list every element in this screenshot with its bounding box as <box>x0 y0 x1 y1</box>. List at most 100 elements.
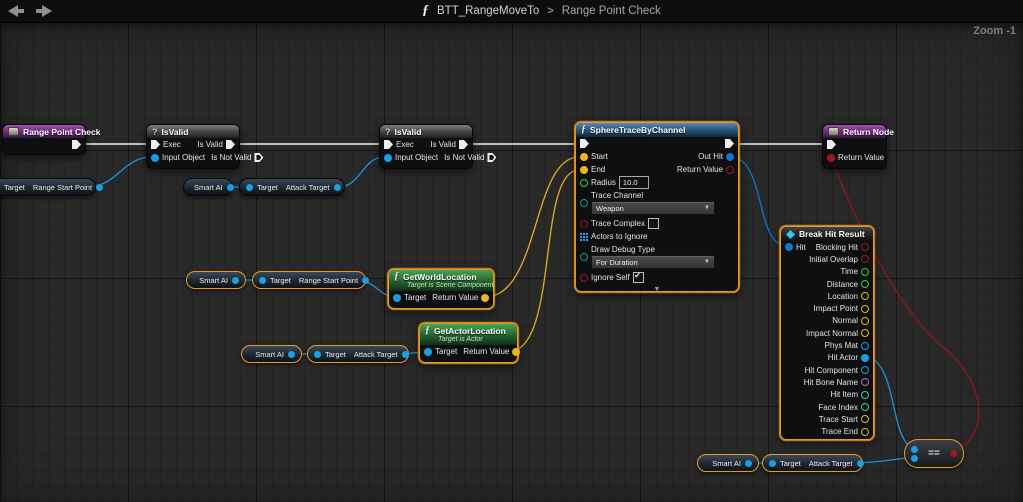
actors-to-ignore-array-pin[interactable] <box>580 233 588 241</box>
trace-complex-pin[interactable] <box>580 220 588 228</box>
normal-pin[interactable] <box>861 317 869 325</box>
target-pin[interactable] <box>393 294 401 302</box>
node-sphere-trace-by-channel[interactable]: ƒ SphereTraceByChannel Start Out Hit End… <box>575 122 739 292</box>
node-title: GetActorLocation <box>434 326 506 336</box>
var-get-attack-target-1[interactable]: Target Attack Target <box>239 178 345 196</box>
node-title: Return Node <box>843 127 894 137</box>
node-isvalid-2[interactable]: ? IsValid Exec Is Valid Input Object Is … <box>379 124 473 169</box>
node-title: Range Point Check <box>23 127 100 137</box>
hit-pin[interactable] <box>785 243 793 251</box>
node-title: GetWorldLocation <box>403 272 477 282</box>
collapse-arrow-icon[interactable]: ▼ <box>576 284 738 295</box>
output-pin[interactable] <box>362 277 369 284</box>
output-pin[interactable] <box>96 184 103 191</box>
is-valid-pin[interactable] <box>226 140 235 149</box>
output-pin[interactable] <box>334 184 341 191</box>
ignore-self-pin[interactable] <box>580 274 588 282</box>
target-pin[interactable] <box>259 277 266 284</box>
var-get-smart-ai-3[interactable]: Smart AI <box>241 345 302 363</box>
trace-channel-dropdown[interactable]: Weapon ▼ <box>591 201 715 215</box>
blueprint-graph-canvas[interactable]: Zoom -1 <box>0 22 1023 502</box>
exec-in-pin[interactable] <box>151 140 160 149</box>
hit-item-pin[interactable] <box>861 391 869 399</box>
node-equal-equal[interactable]: == <box>904 439 964 468</box>
blocking-hit-pin[interactable] <box>861 243 869 251</box>
output-pin[interactable] <box>857 460 864 467</box>
breadcrumb-current[interactable]: Range Point Check <box>562 5 661 17</box>
hit-bone-name-pin[interactable] <box>861 378 869 386</box>
impact-normal-pin[interactable] <box>861 329 869 337</box>
trace-end-pin[interactable] <box>861 428 869 436</box>
function-icon: ƒ <box>422 3 429 19</box>
trace-start-pin[interactable] <box>861 415 869 423</box>
trace-complex-checkbox[interactable] <box>648 218 659 229</box>
trace-channel-pin[interactable] <box>580 199 588 207</box>
node-break-hit-result[interactable]: Break Hit Result Hit Blocking Hit Initia… <box>780 226 874 440</box>
end-pin[interactable] <box>580 166 588 174</box>
exec-in-pin[interactable] <box>580 139 589 148</box>
is-valid-pin[interactable] <box>459 140 468 149</box>
location-pin[interactable] <box>861 292 869 300</box>
is-not-valid-pin[interactable] <box>254 153 263 162</box>
output-pin[interactable] <box>745 460 752 467</box>
face-index-pin[interactable] <box>861 403 869 411</box>
exec-in-pin[interactable] <box>827 140 836 149</box>
function-f-icon: ƒ <box>581 125 586 135</box>
target-pin[interactable] <box>314 351 321 358</box>
var-get-range-start-point-2[interactable]: Target Range Start Point <box>252 271 366 289</box>
input-object-pin[interactable] <box>384 154 392 162</box>
radius-pin[interactable] <box>580 179 588 187</box>
radius-value-input[interactable]: 10.0 <box>619 176 649 189</box>
var-get-smart-ai-2[interactable]: Smart AI <box>186 271 246 289</box>
initial-overlap-pin[interactable] <box>861 255 869 263</box>
start-pin[interactable] <box>580 153 588 161</box>
input-object-pin[interactable] <box>151 154 159 162</box>
nav-arrows <box>8 5 52 17</box>
is-not-valid-pin[interactable] <box>487 153 496 162</box>
var-get-smart-ai-1[interactable]: Smart AI <box>183 178 233 196</box>
impact-point-pin[interactable] <box>861 305 869 313</box>
return-value-pin[interactable] <box>726 166 734 174</box>
ignore-self-checkbox[interactable] <box>633 272 644 283</box>
function-result-icon <box>828 127 839 136</box>
output-pin[interactable] <box>227 184 234 191</box>
node-get-world-location[interactable]: ƒ GetWorldLocation Target is Scene Compo… <box>388 269 494 309</box>
output-pin[interactable] <box>288 351 295 358</box>
breadcrumb-root[interactable]: BTT_RangeMoveTo <box>437 5 539 17</box>
distance-pin[interactable] <box>861 280 869 288</box>
phys-mat-pin[interactable] <box>861 342 869 350</box>
target-pin[interactable] <box>424 348 432 356</box>
return-value-pin[interactable] <box>512 348 520 356</box>
forward-arrow-icon[interactable] <box>35 5 52 17</box>
time-pin[interactable] <box>861 268 869 276</box>
node-isvalid-1[interactable]: ? IsValid Exec Is Valid Input Object Is … <box>146 124 240 169</box>
equals-result-pin[interactable] <box>950 450 957 457</box>
return-value-pin[interactable] <box>827 154 835 162</box>
exec-in-pin[interactable] <box>384 140 393 149</box>
exec-out-pin[interactable] <box>725 139 734 148</box>
equals-input-a-pin[interactable] <box>911 446 918 453</box>
hit-component-pin[interactable] <box>861 366 869 374</box>
break-struct-icon <box>786 230 795 239</box>
var-get-attack-target-4[interactable]: Target Attack Target <box>762 454 863 472</box>
hit-actor-pin[interactable] <box>861 354 869 362</box>
breadcrumb: ƒ BTT_RangeMoveTo > Range Point Check <box>422 0 661 22</box>
var-get-attack-target-3[interactable]: Target Attack Target <box>307 345 409 363</box>
var-get-smart-ai-4[interactable]: Smart AI <box>697 454 759 472</box>
out-hit-pin[interactable] <box>726 153 734 161</box>
var-get-range-start-point-1[interactable]: Target Range Start Point <box>0 178 96 196</box>
target-pin[interactable] <box>246 184 253 191</box>
output-pin[interactable] <box>232 277 239 284</box>
output-pin[interactable] <box>402 351 409 358</box>
function-f-icon: ƒ <box>394 272 399 282</box>
node-get-actor-location[interactable]: ƒ GetActorLocation Target is Actor Targe… <box>419 323 518 363</box>
exec-out-pin[interactable] <box>72 140 81 149</box>
node-return[interactable]: Return Node Return Value <box>822 124 887 169</box>
draw-debug-type-dropdown[interactable]: For Duration ▼ <box>591 255 715 269</box>
back-arrow-icon[interactable] <box>8 5 25 17</box>
node-range-point-check[interactable]: Range Point Check <box>2 124 86 155</box>
return-value-pin[interactable] <box>481 294 489 302</box>
draw-debug-type-pin[interactable] <box>580 253 588 261</box>
target-pin[interactable] <box>769 460 776 467</box>
equals-input-b-pin[interactable] <box>911 455 918 462</box>
